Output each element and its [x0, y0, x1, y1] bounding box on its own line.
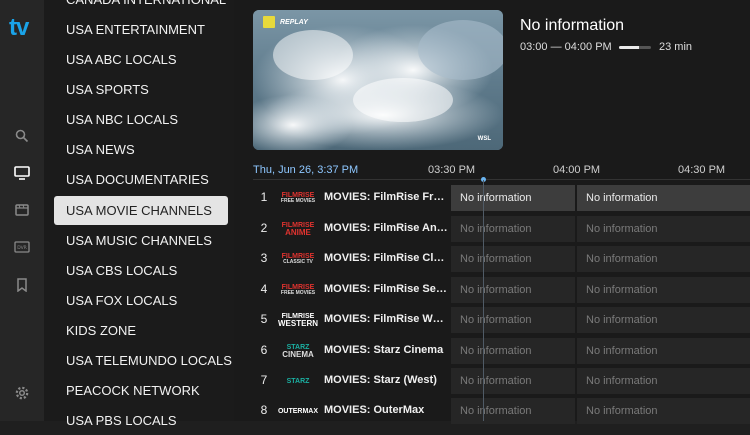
channel-number: 7	[260, 373, 268, 387]
channel-name: MOVIES: FilmRise Free Movies	[324, 191, 448, 203]
program-cell[interactable]: No information	[451, 338, 575, 364]
channel-logo: OUTERMAX	[277, 401, 319, 421]
channel-name: MOVIES: FilmRise Anime	[324, 222, 448, 234]
channel-name: MOVIES: Starz Cinema	[324, 344, 444, 356]
channel-row[interactable]: 1 FILMRISE FREE MOVIES MOVIES: FilmRise Fre…	[234, 183, 750, 212]
channel-row[interactable]: 6 STARZ CINEMA MOVIES: Starz Cinema No infor…	[234, 336, 750, 365]
channel-logo-bottom: WESTERN	[278, 318, 318, 328]
category-item[interactable]: USA FOX LOCALS	[54, 286, 228, 315]
time-tick: 04:00 PM	[553, 164, 601, 176]
channel-name: MOVIES: FilmRise Classic TV	[324, 252, 448, 264]
program-cell[interactable]: No information	[577, 338, 750, 364]
channel-row[interactable]: 5 FILMRISEWESTERN MOVIES: FilmRise Western…	[234, 305, 750, 334]
guide-date: Thu, Jun 26, 3:37 PM	[253, 164, 359, 176]
channel-row[interactable]: 4 FILMRISE FREE MOVIES MOVIES: FilmRise Ser…	[234, 275, 750, 304]
program-cell[interactable]: No information	[451, 368, 575, 394]
time-tick: 04:30 PM	[678, 164, 726, 176]
channel-row[interactable]: 7 STARZ MOVIES: Starz (West) No information…	[234, 366, 750, 395]
dvr-icon[interactable]: DVR	[12, 237, 32, 257]
channel-logo-bottom: CINEMA	[282, 349, 314, 359]
program-cell[interactable]: No information	[577, 307, 750, 333]
category-item[interactable]: USA MUSIC CHANNELS	[54, 226, 228, 255]
tv-icon[interactable]	[12, 163, 32, 183]
program-cell[interactable]: No information	[451, 307, 575, 333]
category-item-selected[interactable]: USA MOVIE CHANNELS	[54, 196, 228, 225]
svg-text:DVR: DVR	[17, 245, 27, 251]
channel-number: 2	[260, 221, 268, 235]
category-item[interactable]: USA NEWS	[54, 135, 228, 164]
channel-name: MOVIES: Starz (West)	[324, 374, 437, 386]
channel-logo: STARZ CINEMA	[280, 341, 316, 361]
category-item[interactable]: KIDS ZONE	[54, 316, 228, 345]
channel-number: 5	[260, 312, 268, 326]
app-logo: tv	[9, 14, 29, 41]
film-icon[interactable]	[12, 200, 32, 220]
bookmark-icon[interactable]	[12, 275, 32, 295]
category-item[interactable]: USA NBC LOCALS	[54, 105, 228, 134]
channel-logo: FILMRISE ANIME	[280, 219, 316, 239]
icon-rail: tv DVR	[0, 0, 44, 421]
search-icon[interactable]	[12, 126, 32, 146]
program-cell[interactable]: No information	[451, 246, 575, 272]
program-remaining: 23 min	[659, 41, 693, 53]
category-item[interactable]: PEACOCK NETWORK	[54, 376, 228, 405]
category-item[interactable]: USA DOCUMENTARIES	[54, 165, 228, 194]
program-cell[interactable]: No information	[577, 368, 750, 394]
category-item[interactable]: USA SPORTS	[54, 75, 228, 104]
program-cell[interactable]: No information	[577, 185, 750, 211]
replay-label: REPLAY	[280, 18, 308, 26]
watermark: WSL	[477, 136, 491, 142]
category-item[interactable]: USA TELEMUNDO LOCALS	[54, 346, 232, 375]
channel-logo: FILMRISE CLASSIC TV	[280, 249, 316, 269]
program-cell[interactable]: No information	[451, 398, 575, 424]
program-cell[interactable]: No information	[577, 277, 750, 303]
program-cell[interactable]: No information	[451, 216, 575, 242]
wave-image	[253, 10, 503, 150]
time-tick: 03:30 PM	[428, 164, 476, 176]
program-cell[interactable]: No information	[577, 216, 750, 242]
now-line	[483, 180, 484, 421]
category-item[interactable]: USA ABC LOCALS	[54, 45, 228, 74]
channel-logo-bottom: ANIME	[285, 227, 311, 237]
channel-logo-icon	[263, 16, 275, 28]
channel-logo-top: STARZ	[286, 377, 310, 385]
channel-logo-bottom: CLASSIC TV	[283, 259, 313, 265]
replay-badge: REPLAY	[263, 16, 308, 28]
program-cell[interactable]: No information	[451, 185, 575, 211]
category-item[interactable]: USA CBS LOCALS	[54, 256, 228, 285]
channel-logo: FILMRISE FREE MOVIES	[280, 280, 316, 300]
channel-row[interactable]: 2 FILMRISE ANIME MOVIES: FilmRise Anime No i…	[234, 214, 750, 243]
program-progress-fill	[619, 46, 639, 49]
category-item[interactable]: CANADA INTERNATIONAL	[54, 0, 228, 14]
program-cell[interactable]: No information	[577, 246, 750, 272]
program-cell[interactable]: No information	[451, 277, 575, 303]
channel-logo-top: OUTERMAX	[277, 407, 319, 415]
channel-number: 4	[260, 282, 268, 296]
settings-icon[interactable]	[12, 383, 32, 403]
channel-logo-bottom: FREE MOVIES	[280, 198, 316, 204]
channel-name: MOVIES: FilmRise Western	[324, 313, 448, 325]
channel-logo: FILMRISE WESTERN	[278, 310, 318, 330]
program-time: 03:00 — 04:00 PM	[520, 41, 612, 53]
category-list: CANADA INTERNATIONAL USA ENTERTAINMENT U…	[44, 0, 234, 428]
guide-panel: REPLAY WSL No information 03:00 — 04:00 …	[234, 0, 750, 424]
category-item[interactable]: USA ENTERTAINMENT	[54, 15, 228, 44]
program-cell[interactable]: No information	[577, 398, 750, 424]
channel-logo-bottom: FREE MOVIES	[280, 290, 316, 296]
timeline-axis	[253, 179, 750, 180]
channel-number: 3	[260, 251, 268, 265]
program-title: No information	[520, 17, 625, 34]
channel-name: MOVIES: FilmRise Series	[324, 283, 448, 295]
video-preview[interactable]: REPLAY WSL	[253, 10, 503, 150]
channel-logo: STARZ	[280, 371, 316, 391]
channel-number: 6	[260, 343, 268, 357]
channel-number: 1	[260, 190, 268, 204]
channel-row[interactable]: 3 FILMRISE CLASSIC TV MOVIES: FilmRise Clas…	[234, 244, 750, 273]
channel-logo: FILMRISE FREE MOVIES	[280, 188, 316, 208]
program-progress	[619, 46, 651, 49]
